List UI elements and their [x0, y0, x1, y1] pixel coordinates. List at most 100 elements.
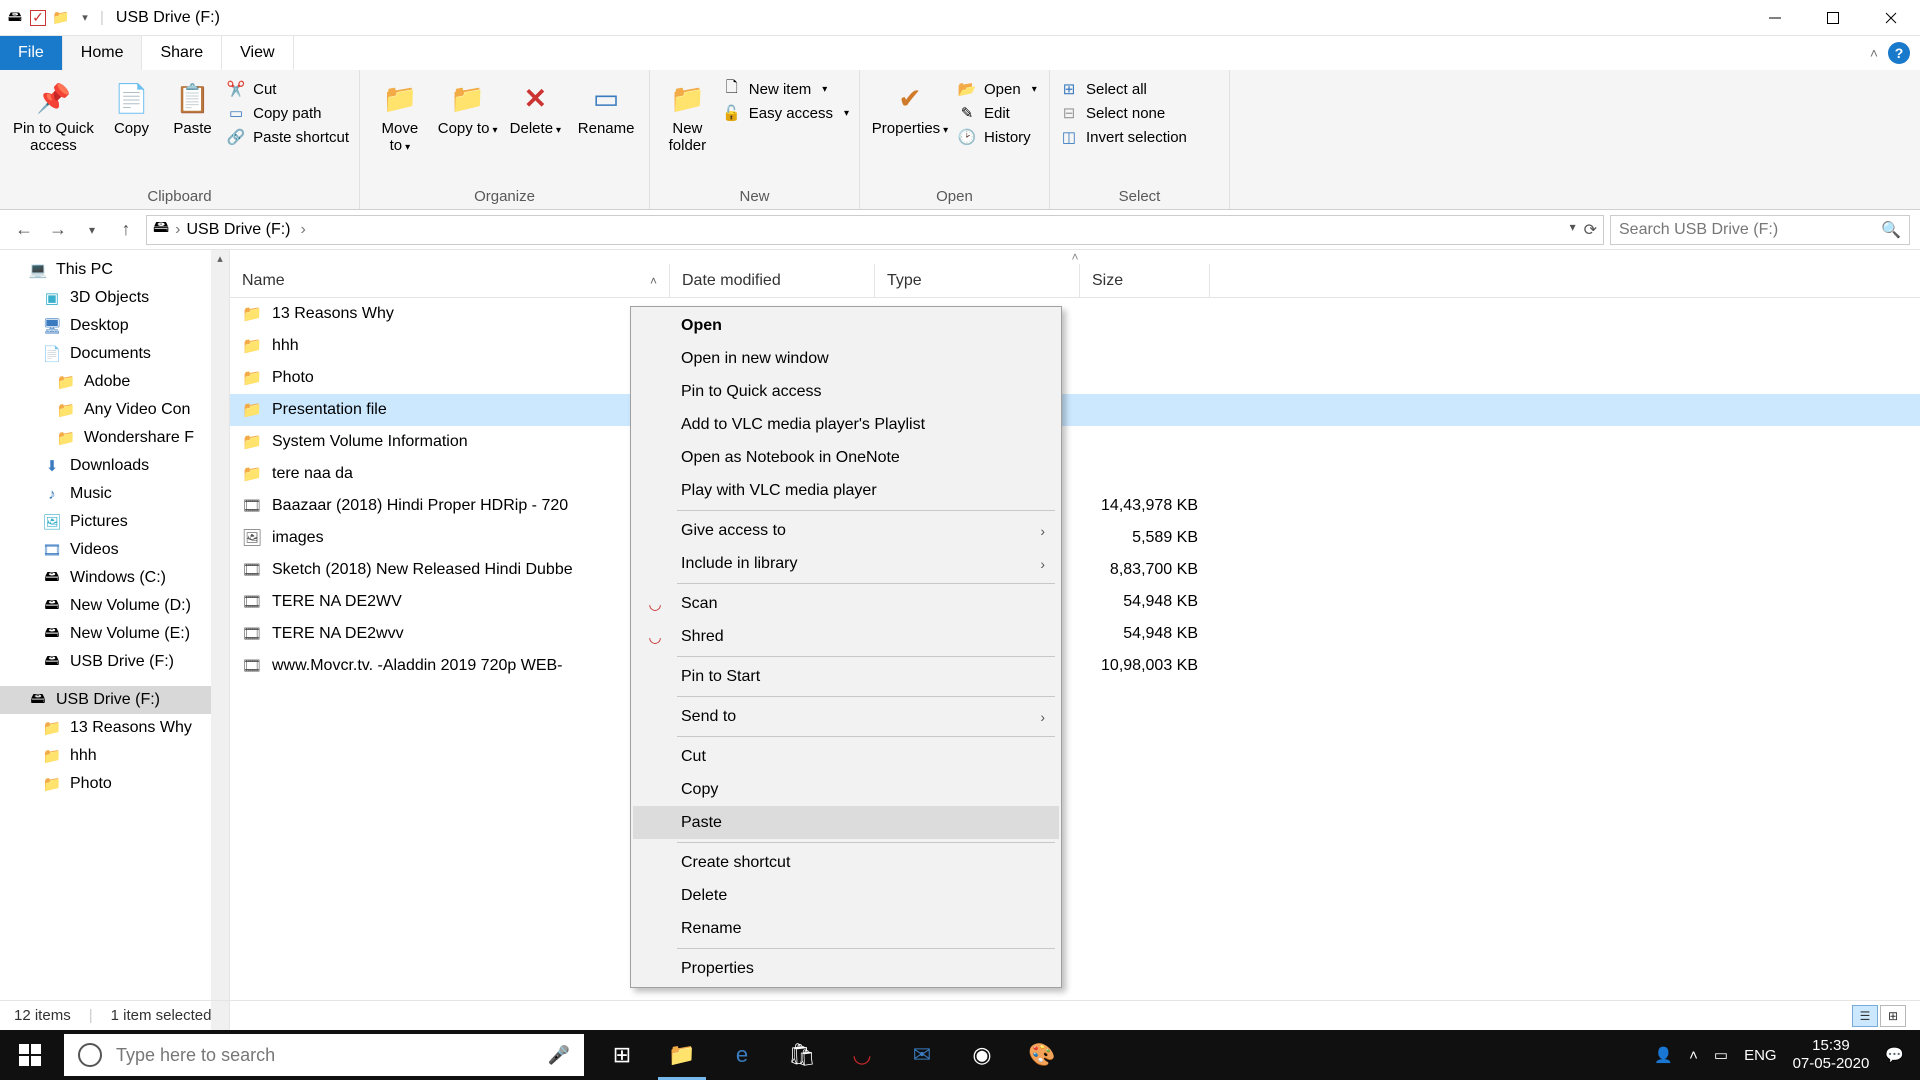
tab-view[interactable]: View: [222, 36, 293, 70]
sidebar-anyvideo[interactable]: 📁Any Video Con: [0, 396, 229, 424]
file-row[interactable]: 📁13 Reasons Why: [230, 298, 1920, 330]
ctx-give-access[interactable]: Give access to›: [633, 514, 1059, 547]
ctx-open-new-window[interactable]: Open in new window: [633, 342, 1059, 375]
sidebar-adobe[interactable]: 📁Adobe: [0, 368, 229, 396]
edit-button[interactable]: ✎Edit: [958, 104, 1037, 122]
sidebar-documents[interactable]: 📄Documents: [0, 340, 229, 368]
file-row[interactable]: 📁hhh: [230, 330, 1920, 362]
maximize-button[interactable]: [1804, 0, 1862, 36]
sidebar-videos[interactable]: 🎞Videos: [0, 536, 229, 564]
breadcrumb[interactable]: USB Drive (F:)›: [187, 221, 306, 239]
move-to-button[interactable]: 📁 Move to▾: [370, 76, 430, 154]
file-row[interactable]: 📁Presentation file: [230, 394, 1920, 426]
file-row[interactable]: 📁Photo: [230, 362, 1920, 394]
ctx-pin-start[interactable]: Pin to Start: [633, 660, 1059, 693]
file-row[interactable]: 🎞Sketch (2018) New Released Hindi Dubbe8…: [230, 554, 1920, 586]
taskbar-mcafee[interactable]: ◡: [832, 1030, 892, 1080]
help-icon[interactable]: ?: [1888, 42, 1910, 64]
qat-dropdown[interactable]: ▾: [76, 9, 94, 27]
ctx-paste[interactable]: Paste: [633, 806, 1059, 839]
sidebar-usb-f[interactable]: 🖴USB Drive (F:): [0, 648, 229, 676]
sidebar-wondershare[interactable]: 📁Wondershare F: [0, 424, 229, 452]
up-button[interactable]: ↑: [112, 216, 140, 244]
taskbar-search[interactable]: Type here to search 🎤: [64, 1034, 584, 1076]
ctx-onenote[interactable]: Open as Notebook in OneNote: [633, 441, 1059, 474]
sidebar-music[interactable]: ♪Music: [0, 480, 229, 508]
taskbar-chrome[interactable]: ◉: [952, 1030, 1012, 1080]
sidebar-hhh[interactable]: 📁hhh: [0, 742, 229, 770]
tab-share[interactable]: Share: [142, 36, 222, 70]
taskbar-mail[interactable]: ✉: [892, 1030, 952, 1080]
col-date[interactable]: Date modified: [670, 264, 875, 297]
start-button[interactable]: [0, 1030, 60, 1080]
sidebar-desktop[interactable]: 🖥Desktop: [0, 312, 229, 340]
history-button[interactable]: 🕑History: [958, 128, 1037, 146]
file-row[interactable]: 📁System Volume Information: [230, 426, 1920, 458]
sidebar-13reasons[interactable]: 📁13 Reasons Why: [0, 714, 229, 742]
ctx-vlc-play[interactable]: Play with VLC media player: [633, 474, 1059, 507]
paste-button[interactable]: 📋 Paste: [166, 76, 219, 137]
tab-file[interactable]: File: [0, 36, 63, 70]
col-name[interactable]: Name˄: [230, 264, 670, 297]
address-dropdown-icon[interactable]: ▾: [1570, 220, 1576, 240]
close-button[interactable]: [1862, 0, 1920, 36]
ctx-properties[interactable]: Properties: [633, 952, 1059, 985]
ctx-open[interactable]: Open: [633, 309, 1059, 342]
ctx-delete[interactable]: Delete: [633, 879, 1059, 912]
pin-quick-access-button[interactable]: 📌 Pin to Quick access: [10, 76, 97, 154]
tab-home[interactable]: Home: [63, 36, 143, 70]
file-row[interactable]: 🎞TERE NA DE2wvv54,948 KB: [230, 618, 1920, 650]
select-all-button[interactable]: ⊞Select all: [1060, 80, 1187, 98]
file-row[interactable]: 🎞www.Movcr.tv. -Aladdin 2019 720p WEB-10…: [230, 650, 1920, 682]
open-button[interactable]: 📂Open▾: [958, 80, 1037, 98]
file-row[interactable]: 🎞Baazaar (2018) Hindi Proper HDRip - 720…: [230, 490, 1920, 522]
sidebar-this-pc[interactable]: 💻This PC: [0, 256, 229, 284]
invert-selection-button[interactable]: ◫Invert selection: [1060, 128, 1187, 146]
back-button[interactable]: ←: [10, 216, 38, 244]
sidebar-volume-d[interactable]: 🖴New Volume (D:): [0, 592, 229, 620]
recent-dropdown[interactable]: ▾: [78, 216, 106, 244]
ctx-vlc-playlist[interactable]: Add to VLC media player's Playlist: [633, 408, 1059, 441]
tray-battery-icon[interactable]: ▭: [1714, 1046, 1728, 1064]
tray-notifications-icon[interactable]: 💬: [1885, 1046, 1904, 1064]
paste-shortcut-button[interactable]: 🔗Paste shortcut: [227, 128, 349, 146]
ctx-shred[interactable]: ◡Shred: [633, 620, 1059, 653]
tray-people-icon[interactable]: 👤: [1654, 1046, 1673, 1064]
view-details-button[interactable]: ☰: [1852, 1005, 1878, 1027]
ctx-copy[interactable]: Copy: [633, 773, 1059, 806]
select-none-button[interactable]: ⊟Select none: [1060, 104, 1187, 122]
properties-button[interactable]: ✔ Properties▾: [870, 76, 950, 137]
taskbar-store[interactable]: 🛍: [772, 1030, 832, 1080]
sidebar-photo[interactable]: 📁Photo: [0, 770, 229, 798]
taskbar-explorer[interactable]: 📁: [652, 1030, 712, 1080]
sidebar-usb-f2[interactable]: 🖴USB Drive (F:): [0, 686, 229, 714]
new-folder-button[interactable]: 📁 New folder: [660, 76, 715, 154]
tray-language[interactable]: ENG: [1744, 1047, 1777, 1064]
col-type[interactable]: Type: [875, 264, 1080, 297]
file-row[interactable]: 🖼images5,589 KB: [230, 522, 1920, 554]
refresh-icon[interactable]: ⟳: [1584, 220, 1597, 240]
minimize-button[interactable]: [1746, 0, 1804, 36]
easy-access-button[interactable]: 🔓Easy access▾: [723, 104, 849, 122]
ctx-rename[interactable]: Rename: [633, 912, 1059, 945]
col-size[interactable]: Size: [1080, 264, 1210, 297]
ctx-include-library[interactable]: Include in library›: [633, 547, 1059, 580]
view-icons-button[interactable]: ⊞: [1880, 1005, 1906, 1027]
copy-button[interactable]: 📄 Copy: [105, 76, 158, 137]
ctx-scan[interactable]: ◡Scan: [633, 587, 1059, 620]
ribbon-collapse-icon[interactable]: ˄: [1870, 45, 1878, 61]
ctx-send-to[interactable]: Send to›: [633, 700, 1059, 733]
ctx-create-shortcut[interactable]: Create shortcut: [633, 846, 1059, 879]
copy-to-button[interactable]: 📁 Copy to▾: [438, 76, 498, 137]
sidebar-3d-objects[interactable]: ▣3D Objects: [0, 284, 229, 312]
task-view-button[interactable]: ⊞: [592, 1030, 652, 1080]
delete-button[interactable]: ✕ Delete▾: [506, 76, 566, 137]
file-row[interactable]: 🎞TERE NA DE2WV54,948 KB: [230, 586, 1920, 618]
sidebar-scrollbar[interactable]: ▴▾: [211, 250, 229, 1050]
forward-button[interactable]: →: [44, 216, 72, 244]
tray-up-icon[interactable]: ˄: [1689, 1047, 1698, 1064]
copy-path-button[interactable]: ▭Copy path: [227, 104, 349, 122]
sidebar-windows-c[interactable]: 🖴Windows (C:): [0, 564, 229, 592]
sidebar-pictures[interactable]: 🖼Pictures: [0, 508, 229, 536]
quick-access-dropdown[interactable]: ✓: [30, 10, 46, 26]
